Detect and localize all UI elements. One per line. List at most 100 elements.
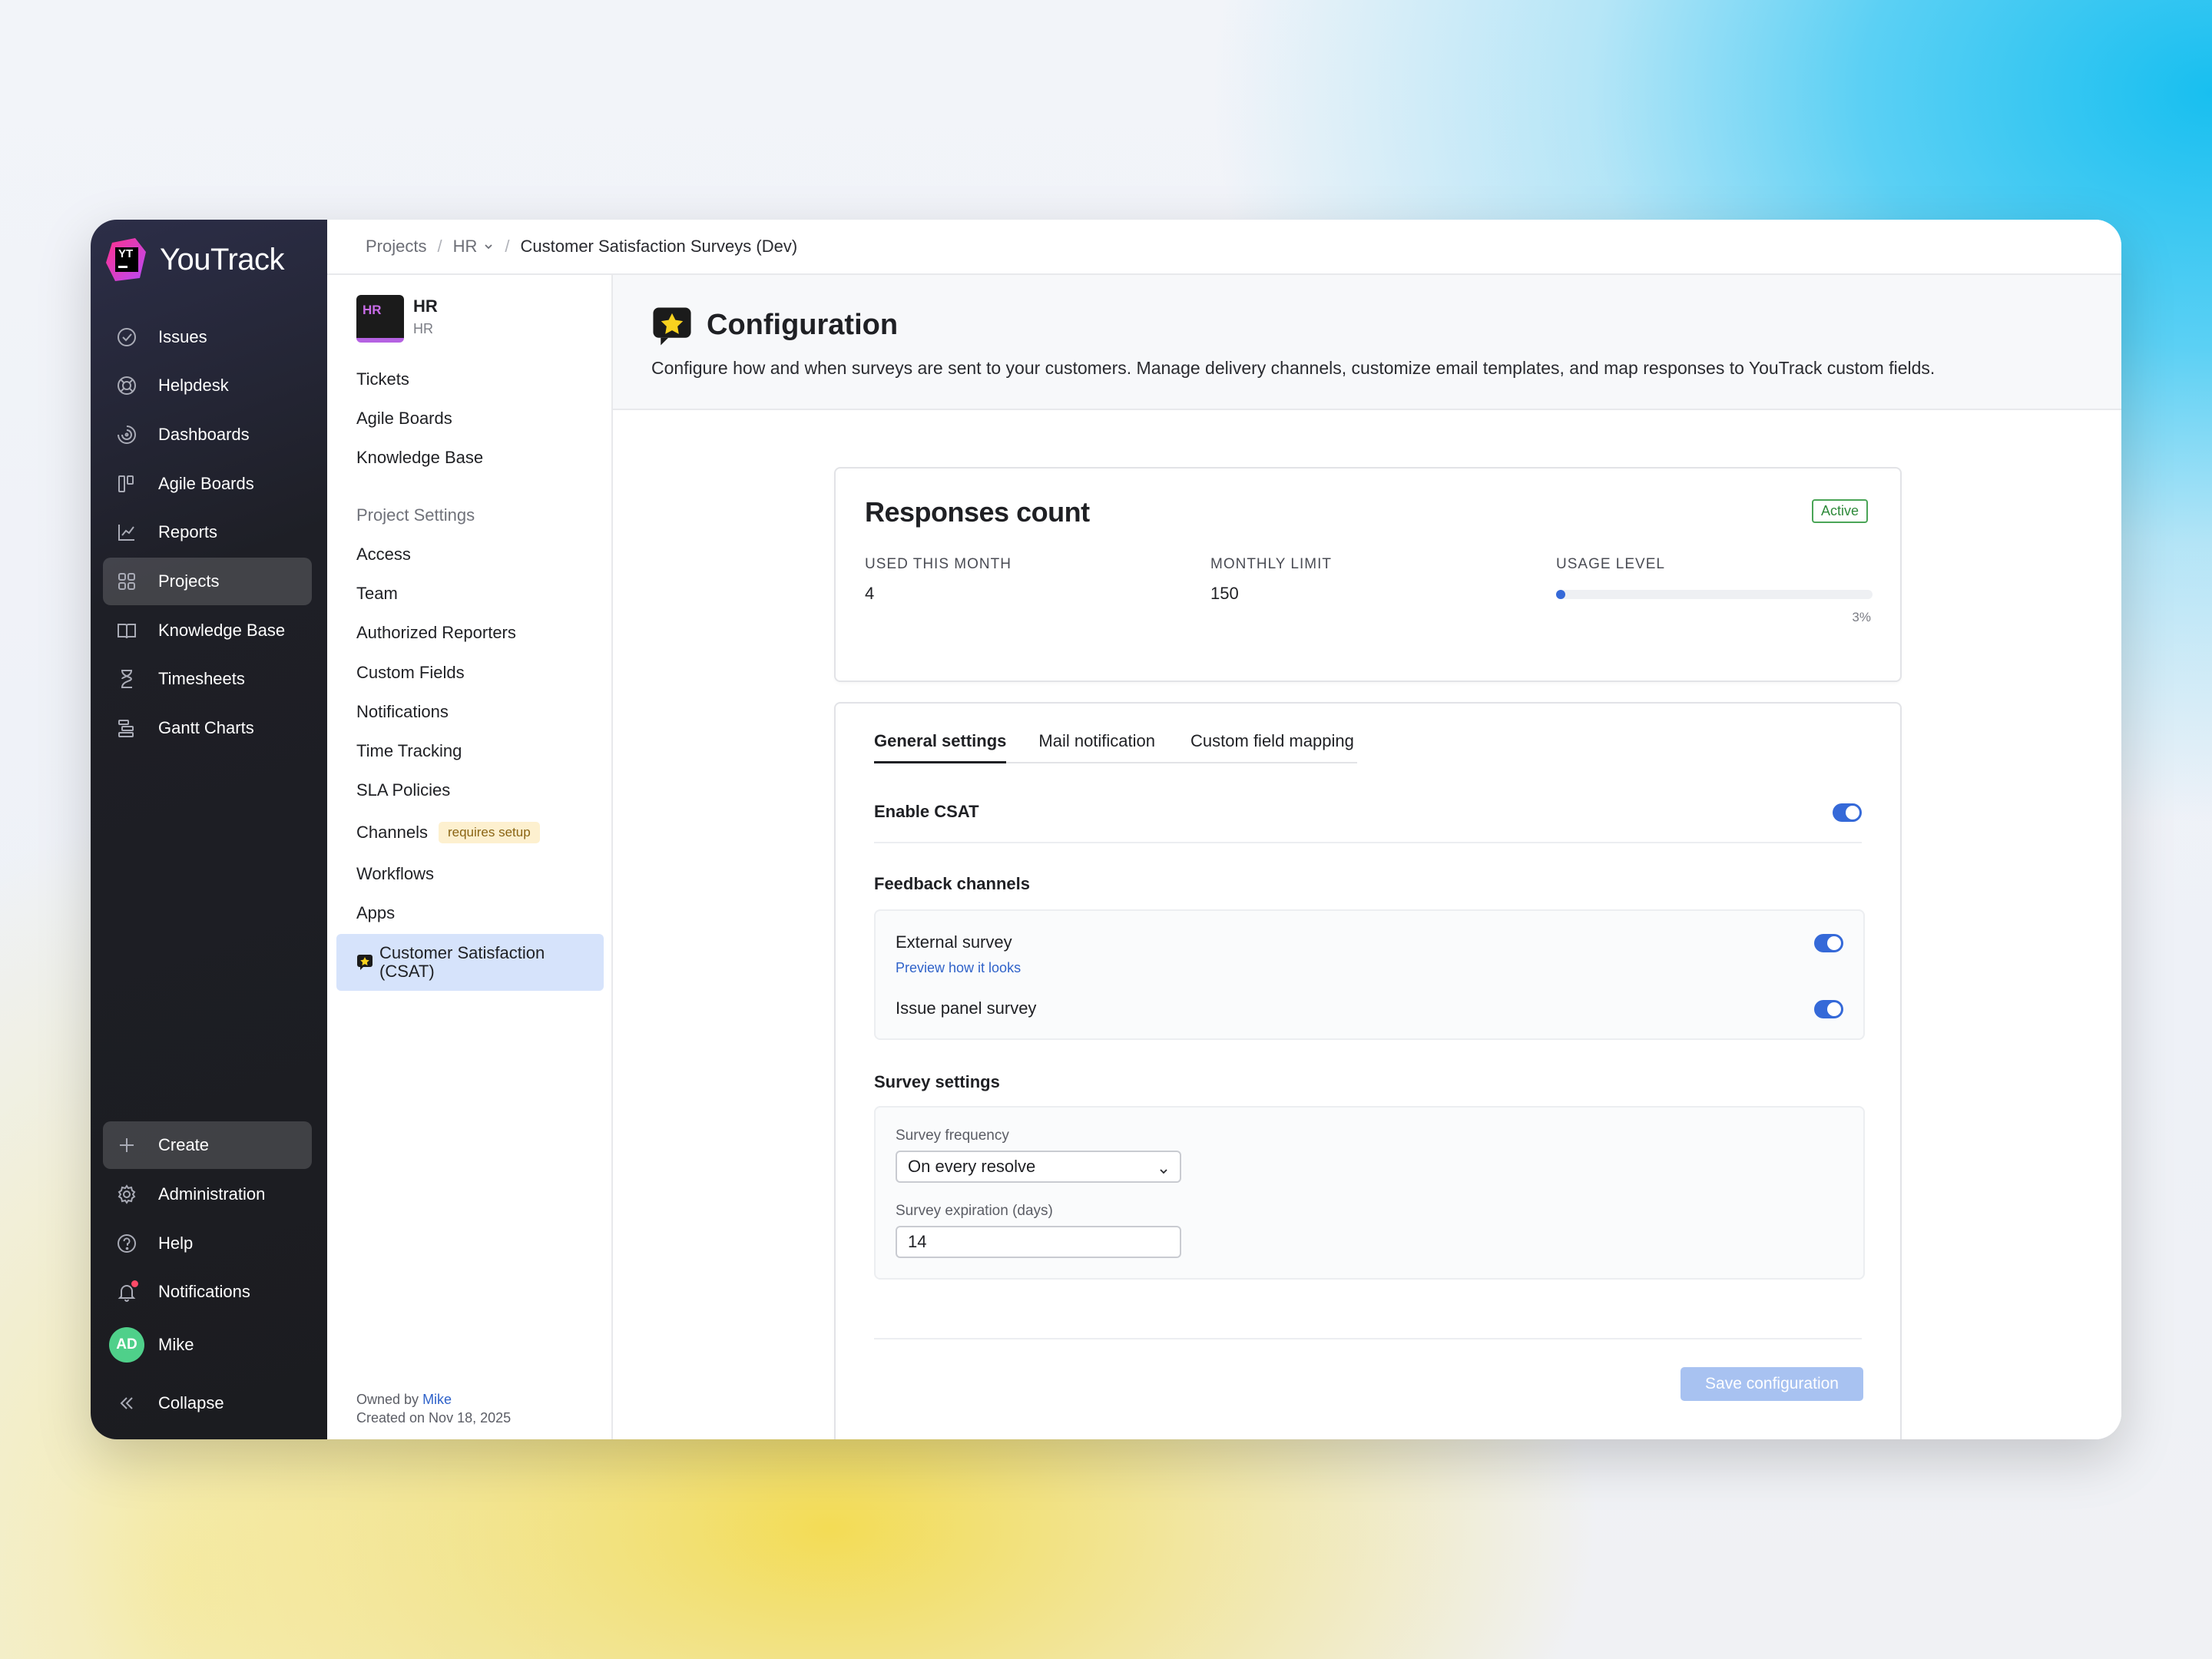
settings-link-workflows[interactable]: Workflows: [356, 864, 434, 884]
plus-icon: [115, 1134, 138, 1157]
preview-link[interactable]: Preview how it looks: [896, 960, 1021, 976]
used-this-month-value: 4: [865, 584, 875, 603]
external-survey-label: External survey: [896, 932, 1012, 952]
settings-link-channels[interactable]: Channels requires setup: [356, 822, 540, 843]
sidebar-item-projects[interactable]: Projects: [103, 558, 312, 605]
survey-settings-heading: Survey settings: [874, 1072, 1000, 1091]
settings-link-custom-fields[interactable]: Custom Fields: [356, 663, 465, 683]
main-sidebar: YT YouTrack Issues Helpdesk Dashboards A…: [91, 220, 327, 1439]
sidebar-item-issues[interactable]: Issues: [103, 313, 312, 361]
tab-custom-field-mapping[interactable]: Custom field mapping: [1190, 731, 1357, 762]
settings-tabs: General settings Mail notification Custo…: [874, 731, 1357, 763]
survey-frequency-select[interactable]: On every resolve: [896, 1151, 1181, 1183]
avatar: AD: [109, 1327, 144, 1363]
breadcrumb-project[interactable]: HR: [453, 237, 495, 257]
lifebuoy-icon: [115, 374, 138, 397]
sidebar-item-gantt-charts[interactable]: Gantt Charts: [103, 704, 312, 752]
save-configuration-button[interactable]: Save configuration: [1681, 1367, 1863, 1401]
status-badge: Active: [1811, 499, 1868, 523]
settings-link-csat[interactable]: Customer Satisfaction (CSAT): [336, 934, 604, 991]
usage-level-label: USAGE LEVEL: [1556, 556, 1665, 572]
collapse-button[interactable]: Collapse: [103, 1379, 312, 1427]
feedback-channels-box: External survey Preview how it looks Iss…: [874, 909, 1865, 1040]
sidebar-item-reports[interactable]: Reports: [103, 508, 312, 556]
page-description: Configure how and when surveys are sent …: [651, 358, 1936, 378]
sidebar-item-dashboards[interactable]: Dashboards: [103, 411, 312, 459]
usage-progress-fill: [1556, 590, 1566, 599]
responses-card: Responses count Active USED THIS MONTH 4…: [834, 467, 1902, 682]
settings-link-access[interactable]: Access: [356, 545, 411, 565]
usage-percent: 3%: [1852, 610, 1871, 624]
chevron-down-icon: [483, 237, 494, 257]
survey-expiration-input[interactable]: 14: [896, 1226, 1181, 1258]
settings-link-sla-policies[interactable]: SLA Policies: [356, 780, 450, 800]
settings-link-apps[interactable]: Apps: [356, 903, 395, 923]
app-name: YouTrack: [160, 242, 285, 276]
project-name[interactable]: HR: [413, 296, 438, 316]
gear-icon: [115, 1183, 138, 1206]
project-settings-heading: Project Settings: [356, 505, 475, 525]
hourglass-icon: [115, 667, 138, 690]
breadcrumb-projects[interactable]: Projects: [366, 237, 426, 257]
survey-expiration-label: Survey expiration (days): [896, 1203, 1053, 1219]
monthly-limit-value: 150: [1210, 584, 1239, 603]
divider: [874, 1338, 1862, 1339]
tab-mail-notification[interactable]: Mail notification: [1038, 731, 1155, 762]
youtrack-logo-icon: YT: [104, 237, 147, 283]
requires-setup-badge: requires setup: [438, 822, 540, 843]
enable-csat-toggle[interactable]: [1833, 803, 1862, 822]
gantt-icon: [115, 717, 138, 740]
content-area: Configuration Configure how and when sur…: [613, 275, 2121, 1439]
issue-panel-survey-toggle[interactable]: [1814, 1000, 1843, 1018]
sidebar-item-help[interactable]: Help: [103, 1220, 312, 1267]
chevrons-left-icon: [115, 1392, 138, 1415]
user-name: Mike: [158, 1335, 194, 1354]
sidebar-item-notifications[interactable]: Notifications: [103, 1268, 312, 1316]
star-chat-icon: [356, 954, 373, 971]
responses-title: Responses count: [865, 496, 1090, 528]
chevron-down-icon: [1158, 1161, 1169, 1181]
sidebar-item-timesheets[interactable]: Timesheets: [103, 655, 312, 703]
project-link-knowledge-base[interactable]: Knowledge Base: [356, 448, 483, 468]
main-area: Projects / HR / Customer Satisfaction Su…: [327, 220, 2121, 1439]
survey-frequency-label: Survey frequency: [896, 1128, 1009, 1144]
star-chat-icon: [651, 306, 693, 347]
project-tile[interactable]: HR: [356, 295, 404, 343]
enable-csat-label: Enable CSAT: [874, 802, 979, 821]
settings-link-authorized-reporters[interactable]: Authorized Reporters: [356, 623, 516, 643]
survey-settings-box: Survey frequency On every resolve Survey…: [874, 1106, 1865, 1280]
bell-icon: [115, 1280, 138, 1303]
user-profile[interactable]: AD Mike: [109, 1327, 194, 1363]
project-link-agile-boards[interactable]: Agile Boards: [356, 409, 452, 429]
used-this-month-label: USED THIS MONTH: [865, 556, 1012, 572]
board-columns-icon: [115, 472, 138, 495]
settings-link-notifications[interactable]: Notifications: [356, 702, 449, 722]
youtrack-logo[interactable]: YT YouTrack: [104, 237, 285, 283]
sidebar-item-helpdesk[interactable]: Helpdesk: [103, 362, 312, 409]
create-button[interactable]: Create: [103, 1121, 312, 1169]
feedback-channels-heading: Feedback channels: [874, 874, 1030, 893]
sidebar-item-administration[interactable]: Administration: [103, 1171, 312, 1218]
issue-panel-survey-label: Issue panel survey: [896, 998, 1037, 1018]
sidebar-item-knowledge-base[interactable]: Knowledge Base: [103, 607, 312, 654]
chart-line-icon: [115, 521, 138, 544]
book-icon: [115, 619, 138, 642]
sidebar-item-agile-boards[interactable]: Agile Boards: [103, 460, 312, 508]
owned-by: Owned by Mike: [356, 1392, 452, 1407]
usage-progress-bar: [1556, 590, 1873, 599]
external-survey-toggle[interactable]: [1814, 934, 1843, 952]
help-circle-icon: [115, 1232, 138, 1255]
page-header: Configuration Configure how and when sur…: [613, 275, 2121, 410]
divider: [874, 842, 1862, 843]
settings-link-team[interactable]: Team: [356, 584, 398, 604]
settings-link-time-tracking[interactable]: Time Tracking: [356, 741, 462, 761]
grid-icon: [115, 570, 138, 593]
project-key: HR: [413, 321, 433, 336]
check-circle-icon: [115, 326, 138, 349]
owner-link[interactable]: Mike: [422, 1392, 452, 1407]
page-title: Configuration: [707, 309, 899, 341]
monthly-limit-label: MONTHLY LIMIT: [1210, 556, 1332, 572]
project-link-tickets[interactable]: Tickets: [356, 369, 409, 389]
app-window: YT YouTrack Issues Helpdesk Dashboards A…: [91, 220, 2121, 1439]
tab-general-settings[interactable]: General settings: [874, 731, 1007, 763]
